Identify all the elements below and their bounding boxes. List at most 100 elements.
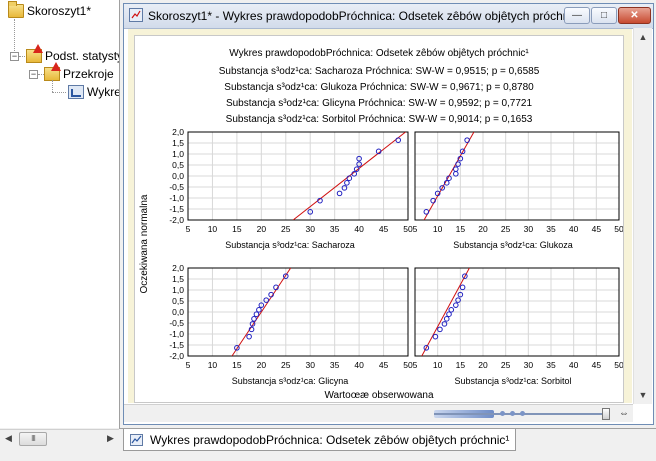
tree-item-workbook[interactable]: Skoroszyt1* — [8, 1, 92, 19]
data-point — [251, 316, 257, 322]
x-tick-label: 10 — [208, 224, 218, 234]
x-tick-label: 50 — [403, 360, 413, 370]
expand-chevron-icon[interactable]: ⇔ — [619, 406, 629, 421]
zoom-dot — [510, 411, 515, 416]
y-tick-label: -2,0 — [169, 215, 184, 225]
x-tick-label: 45 — [379, 360, 389, 370]
x-tick-label: 25 — [501, 224, 511, 234]
y-tick-label: -0,5 — [169, 318, 184, 328]
x-tick-label: 20 — [257, 224, 267, 234]
document-tab-bar: Wykres prawdopodobPróchnica: Odsetek zêb… — [119, 428, 656, 461]
data-point — [256, 307, 262, 313]
tree-item-podst-statystyki[interactable]: Podst. statysty — [26, 44, 120, 64]
graph-page[interactable]: Wykres prawdopodobPróchnica: Odsetek zêb… — [134, 35, 624, 403]
statistica-app: Skoroszyt1* − Podst. statysty − Przekroj… — [0, 0, 656, 461]
zoom-slider[interactable] — [434, 408, 614, 420]
zoom-track — [434, 413, 604, 415]
scroll-thumb[interactable]: III — [19, 432, 47, 446]
data-point — [246, 333, 252, 340]
data-point — [453, 302, 459, 308]
x-tick-label: 35 — [546, 224, 556, 234]
window-title: Skoroszyt1* - Wykres prawdopodobPróchnic… — [148, 9, 583, 23]
y-tick-label: 1,0 — [172, 285, 184, 295]
x-tick-label: 50 — [403, 224, 413, 234]
data-point — [453, 171, 459, 177]
y-tick-label: -1,5 — [169, 340, 184, 350]
graph-window-icon — [129, 8, 143, 22]
panel-label: Substancja s³odz¹ca: Sorbitol — [454, 376, 571, 386]
x-tick-label: 40 — [569, 224, 579, 234]
data-point — [446, 311, 452, 318]
x-tick-label: 35 — [330, 224, 340, 234]
x-tick-label: 30 — [524, 224, 534, 234]
tree-item-label: Skoroszyt1* — [27, 4, 92, 18]
scroll-down-arrow-icon[interactable]: ▼ — [636, 388, 650, 402]
x-tick-label: 30 — [305, 224, 315, 234]
data-point — [432, 333, 439, 340]
document-vertical-scrollbar[interactable]: ▲ ▼ — [633, 28, 652, 404]
x-tick-label: 5 — [186, 360, 191, 370]
scroll-up-arrow-icon[interactable]: ▲ — [636, 30, 650, 44]
x-tick-label: 45 — [379, 224, 389, 234]
minimize-button[interactable]: — — [564, 7, 590, 24]
x-tick-label: 10 — [208, 360, 218, 370]
document-horizontal-scrollbar[interactable]: ⇔ — [124, 404, 633, 422]
x-tick-label: 45 — [592, 360, 602, 370]
x-tick-label: 10 — [433, 224, 443, 234]
tree-item-label: Przekroje — [63, 67, 114, 81]
y-tick-label: 2,0 — [172, 127, 184, 137]
folder-red-icon — [44, 62, 61, 81]
chart-icon — [68, 85, 84, 99]
x-tick-label: 15 — [232, 224, 242, 234]
x-tick-label: 25 — [281, 360, 291, 370]
chart-subtitle: Substancja s³odz¹ca: Sorbitol Próchnica:… — [226, 114, 533, 125]
tree-expand-toggle[interactable]: − — [29, 70, 38, 79]
data-point — [344, 180, 350, 186]
y-tick-label: -2,0 — [169, 351, 184, 361]
x-tick-label: 35 — [546, 360, 556, 370]
normal-probability-plot[interactable]: Wykres prawdopodobPróchnica: Odsetek zêb… — [135, 36, 623, 402]
zoom-dot — [520, 411, 525, 416]
x-tick-label: 5 — [186, 224, 191, 234]
tree-line — [52, 92, 66, 93]
tree-item-label: Podst. statysty — [45, 49, 120, 63]
data-point — [448, 307, 455, 313]
x-tick-label: 40 — [569, 360, 579, 370]
x-tick-label: 25 — [501, 360, 511, 370]
x-tick-label: 20 — [478, 360, 488, 370]
x-tick-label: 50 — [614, 360, 623, 370]
y-tick-label: -0,5 — [169, 182, 184, 192]
zoom-dot — [500, 411, 505, 416]
x-tick-label: 10 — [433, 360, 443, 370]
graph-canvas-area: Wykres prawdopodobPróchnica: Odsetek zêb… — [128, 29, 632, 403]
chart-subtitle: Substancja s³odz¹ca: Glukoza Próchnica: … — [224, 82, 534, 93]
tree-item-przekroje[interactable]: Przekroje — [44, 62, 114, 82]
x-tick-label: 40 — [354, 360, 364, 370]
scroll-right-arrow-icon[interactable]: ▶ — [103, 431, 118, 446]
x-tick-label: 15 — [456, 360, 466, 370]
maximize-button[interactable]: □ — [591, 7, 617, 24]
status-strip — [0, 447, 119, 461]
tree-item-wykres[interactable]: Wykre — [68, 84, 119, 100]
tree-expand-toggle[interactable]: − — [10, 52, 19, 61]
zoom-slider-knob[interactable] — [602, 408, 610, 420]
data-point — [253, 311, 260, 318]
data-point — [455, 161, 461, 167]
data-point — [395, 137, 402, 143]
tab-graph-document[interactable]: Wykres prawdopodobPróchnica: Odsetek zêb… — [123, 429, 517, 451]
workbook-tree[interactable]: Skoroszyt1* − Podst. statysty − Przekroj… — [0, 0, 120, 428]
y-tick-label: 0,0 — [172, 307, 184, 317]
window-title-bar[interactable]: Skoroszyt1* - Wykres prawdopodobPróchnic… — [124, 4, 653, 29]
close-button[interactable]: ✕ — [618, 7, 651, 24]
graph-tab-icon — [130, 434, 143, 446]
y-tick-label: 0,5 — [172, 160, 184, 170]
x-tick-label: 40 — [354, 224, 364, 234]
x-tick-label: 20 — [478, 224, 488, 234]
data-point — [455, 297, 461, 303]
scroll-left-arrow-icon[interactable]: ◀ — [1, 431, 16, 446]
data-point — [336, 190, 343, 197]
tree-horizontal-scrollbar[interactable]: ◀ III ▶ — [0, 429, 119, 447]
y-tick-label: 0,5 — [172, 296, 184, 306]
y-tick-label: 2,0 — [172, 263, 184, 273]
data-point — [459, 284, 466, 291]
